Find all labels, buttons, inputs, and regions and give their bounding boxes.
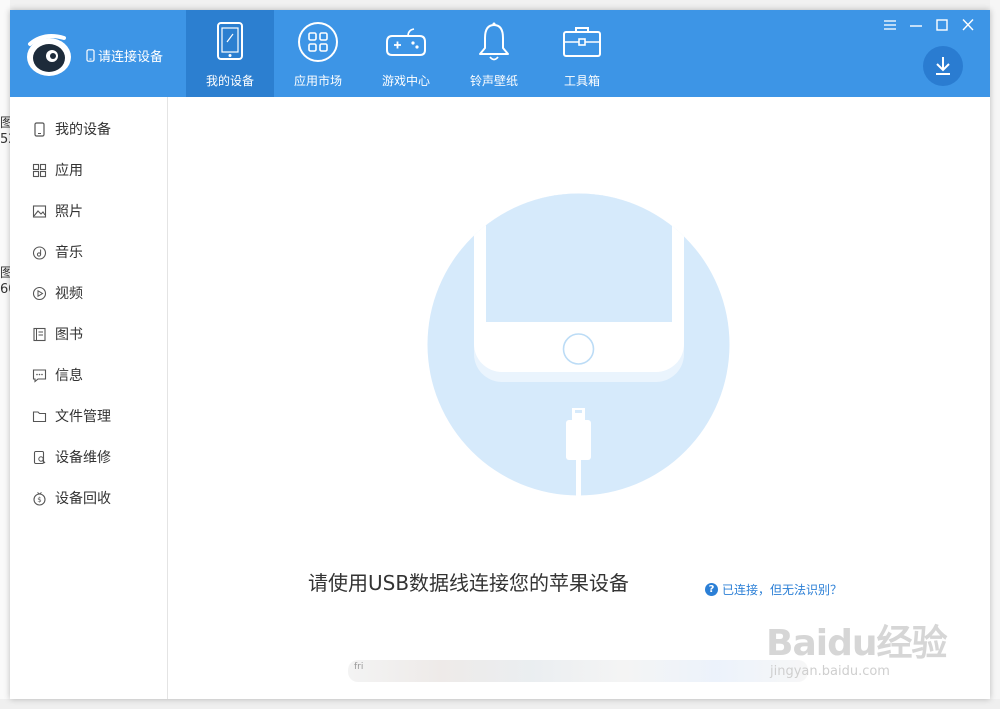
sidebar-item-music[interactable]: 音乐 (32, 240, 83, 264)
sidebar-item-my-device[interactable]: 我的设备 (32, 117, 111, 141)
baidu-watermark: Baidu经验 jingyan.baidu.com (766, 602, 956, 692)
close-button[interactable] (958, 16, 978, 34)
sidebar-item-apps[interactable]: 应用 (32, 158, 83, 182)
repair-icon (33, 450, 46, 464)
nav-app-market[interactable]: 应用市场 (274, 10, 362, 97)
desktop-right-strip (990, 0, 1000, 709)
nav-label: 铃声壁纸 (469, 74, 518, 88)
minimize-icon (910, 25, 922, 27)
svg-text:$: $ (37, 496, 41, 504)
app-grid-icon (32, 163, 47, 177)
top-nav: 我的设备 应用市场 游戏中心 铃声壁纸 工具箱 (186, 10, 626, 97)
nav-my-device[interactable]: 我的设备 (186, 10, 274, 97)
sidebar-item-label: 图书 (55, 327, 83, 343)
phone-icon (34, 121, 45, 137)
message-icon (32, 368, 47, 383)
nav-label: 游戏中心 (381, 74, 430, 88)
connected-not-recognized-link[interactable]: ? 已连接，但无法识别？ (705, 581, 842, 598)
hamburger-icon (884, 20, 896, 30)
logo-area[interactable]: 请连接设备 (24, 32, 184, 82)
bell-icon (479, 22, 509, 61)
sidebar-item-device-repair[interactable]: 设备维修 (32, 445, 111, 469)
help-link-label: 已连接，但无法识别？ (722, 583, 843, 597)
nav-toolbox[interactable]: 工具箱 (538, 10, 626, 97)
music-icon (32, 245, 47, 260)
sidebar-item-label: 应用 (55, 163, 83, 179)
sidebar-item-books[interactable]: 图书 (32, 322, 83, 346)
sidebar-item-videos[interactable]: 视频 (32, 281, 83, 305)
sidebar-item-photos[interactable]: 照片 (32, 199, 83, 223)
connect-device-illustration (427, 193, 730, 497)
window-controls (880, 16, 978, 34)
blurred-status-text: fri (354, 662, 364, 672)
sidebar-item-device-recycle[interactable]: $ 设备回收 (32, 486, 111, 510)
question-icon: ? (705, 583, 718, 596)
watermark-logo-text: Baidu经验 (766, 623, 947, 664)
connect-device-label: 请连接设备 (86, 46, 163, 65)
watermark-url: jingyan.baidu.com (770, 664, 890, 679)
menu-button[interactable] (880, 16, 900, 34)
download-manager-button[interactable] (923, 46, 963, 86)
desktop-top-strip (0, 0, 1000, 10)
maximize-button[interactable] (932, 16, 952, 34)
nav-ringtone-wallpaper[interactable]: 铃声壁纸 (450, 10, 538, 97)
desktop-left-strip (0, 0, 10, 709)
phone-small-icon (86, 49, 95, 62)
sidebar-item-label: 我的设备 (55, 122, 111, 138)
nav-label: 我的设备 (205, 74, 254, 88)
toolbox-icon (563, 27, 601, 57)
app-window: 请连接设备 我的设备 应用市场 游戏中心 铃声壁纸 工具箱 我的设备 应用 照片… (10, 10, 990, 699)
play-icon (32, 286, 47, 300)
nav-label: 应用市场 (293, 74, 342, 88)
connect-prompt-text: 请使用USB数据线连接您的苹果设备 (308, 571, 630, 595)
blurred-status-bar (348, 660, 808, 682)
desktop-bottom-strip (0, 699, 1000, 709)
download-icon (936, 57, 950, 75)
sidebar-item-label: 视频 (55, 286, 83, 302)
folder-icon (32, 410, 47, 422)
sidebar-item-label: 文件管理 (55, 409, 111, 425)
sidebar-item-label: 音乐 (55, 245, 83, 261)
app-grid-icon (298, 22, 338, 62)
sidebar-item-messages[interactable]: 信息 (32, 363, 83, 387)
sidebar-item-file-manager[interactable]: 文件管理 (32, 404, 111, 428)
nav-label: 工具箱 (563, 74, 600, 88)
sidebar-item-label: 照片 (55, 204, 83, 220)
close-icon (962, 19, 974, 31)
sidebar-item-label: 设备回收 (55, 491, 111, 507)
sidebar-item-label: 信息 (55, 368, 83, 384)
app-logo-icon (27, 34, 71, 76)
header-bar: 请连接设备 我的设备 应用市场 游戏中心 铃声壁纸 工具箱 (10, 10, 990, 97)
gamepad-icon (386, 28, 426, 56)
sidebar: 我的设备 应用 照片 音乐 视频 图书 信息 文件管理 设备维修 $ 设备回收 (10, 97, 168, 699)
minimize-button[interactable] (906, 16, 926, 34)
recycle-money-icon: $ (33, 491, 46, 506)
image-icon (32, 204, 47, 218)
connect-device-text: 请连接设备 (98, 50, 164, 65)
tablet-icon (217, 22, 243, 60)
nav-game-center[interactable]: 游戏中心 (362, 10, 450, 97)
book-icon (33, 327, 46, 341)
sidebar-item-label: 设备维修 (55, 450, 111, 466)
maximize-icon (936, 19, 948, 31)
